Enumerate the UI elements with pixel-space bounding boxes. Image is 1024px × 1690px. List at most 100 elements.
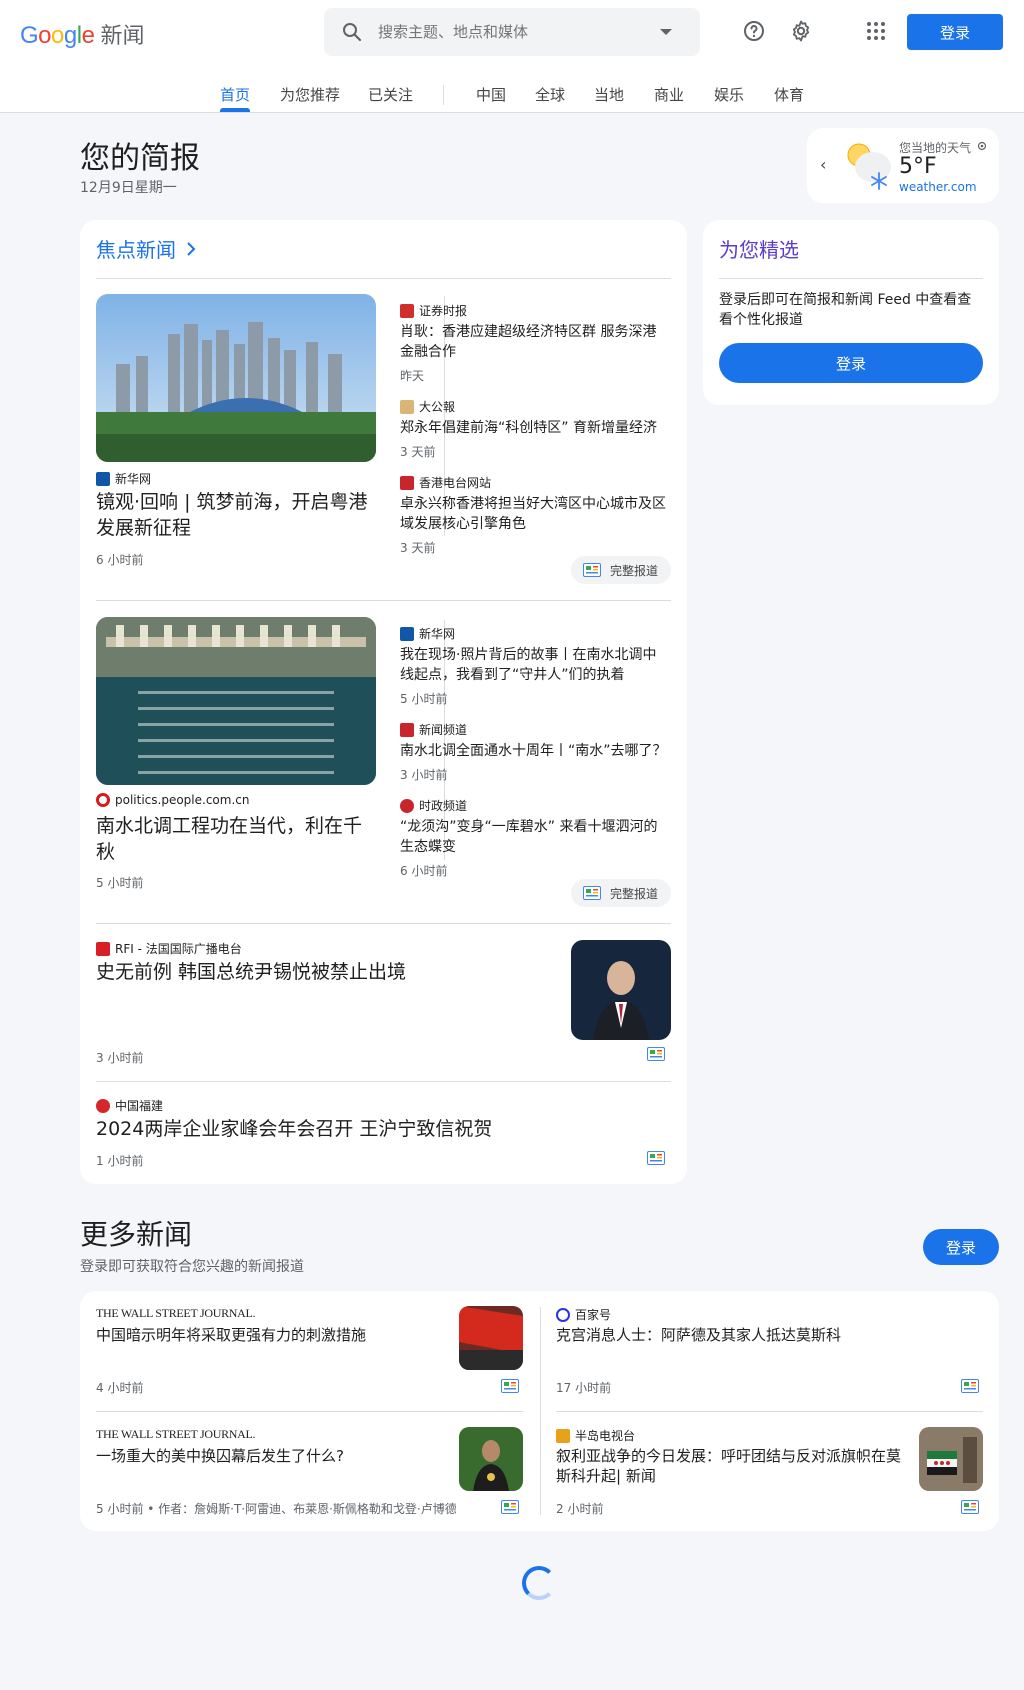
help-icon[interactable] bbox=[742, 19, 766, 43]
full-coverage-icon[interactable] bbox=[647, 1047, 665, 1061]
full-coverage-button[interactable]: 完整报道 bbox=[571, 556, 671, 584]
story-image-syria-flag[interactable] bbox=[919, 1427, 983, 1491]
source-stcn[interactable]: 证券时报 bbox=[400, 302, 467, 319]
login-button[interactable]: 登录 bbox=[907, 14, 1003, 50]
story-time: 1 小时前 bbox=[96, 1154, 144, 1168]
rthk-logo-icon bbox=[400, 475, 414, 490]
more-news-card: THE WALL STREET JOURNAL. 中国暗示明年将采取更强有力的刺… bbox=[80, 1291, 999, 1531]
tab-entertainment[interactable]: 娱乐 bbox=[714, 84, 744, 105]
tab-sports[interactable]: 体育 bbox=[774, 84, 804, 105]
takungpao-logo-icon bbox=[400, 399, 414, 414]
story-headline[interactable]: 镜观·回响 | 筑梦前海，开启粤港发展新征程 bbox=[96, 489, 378, 541]
related-headline[interactable]: 郑永年倡建前海“科创特区” 育新增量经济 bbox=[400, 418, 670, 438]
related-headline[interactable]: 南水北调全面通水十周年丨“南水”去哪了？ bbox=[400, 741, 670, 761]
picks-login-button[interactable]: 登录 bbox=[719, 343, 983, 383]
related-headline[interactable]: 卓永兴称香港将担当好大湾区中心城市及区域发展核心引擎角色 bbox=[400, 494, 670, 534]
more-login-button[interactable]: 登录 bbox=[923, 1229, 999, 1265]
divider bbox=[96, 1081, 671, 1082]
related-time: 昨天 bbox=[400, 369, 425, 383]
apps-icon[interactable] bbox=[864, 19, 888, 43]
story-headline[interactable]: 叙利亚战争的今日发展：呼吁团结与反对派旗帜在莫斯科升起| 新闻 bbox=[556, 1446, 906, 1486]
source-rfi[interactable]: RFI - 法国国际广播电台 bbox=[96, 940, 242, 957]
divider bbox=[96, 600, 671, 601]
top-bar: Google 新闻 登录 首页 为您推荐 已关注 中国 全球 当地 商业 娱乐 … bbox=[0, 0, 1024, 113]
source-aljazeera[interactable]: 半岛电视台 bbox=[556, 1427, 635, 1444]
full-coverage-icon[interactable] bbox=[961, 1500, 979, 1514]
tab-china[interactable]: 中国 bbox=[476, 84, 506, 105]
divider bbox=[96, 923, 671, 924]
source-politics-channel[interactable]: 时政频道 bbox=[400, 797, 467, 814]
tab-home[interactable]: 首页 bbox=[220, 84, 250, 105]
story-image-president[interactable] bbox=[571, 940, 671, 1040]
story-image-dam[interactable] bbox=[96, 617, 376, 785]
source-xinhua[interactable]: 新华网 bbox=[96, 470, 151, 487]
story-time: 2 小时前 bbox=[556, 1502, 604, 1516]
search-dropdown-icon[interactable] bbox=[660, 29, 672, 35]
settings-icon[interactable] bbox=[789, 19, 813, 43]
baijiahao-logo-icon bbox=[556, 1307, 570, 1322]
fujian-logo-icon bbox=[96, 1098, 110, 1113]
full-coverage-icon[interactable] bbox=[961, 1379, 979, 1393]
tab-business[interactable]: 商业 bbox=[654, 84, 684, 105]
source-xinhua[interactable]: 新华网 bbox=[400, 625, 455, 642]
google-news-logo[interactable]: Google 新闻 bbox=[20, 18, 144, 50]
weather-prev-icon[interactable]: ‹ bbox=[820, 155, 826, 174]
search-box[interactable] bbox=[324, 8, 700, 56]
search-input[interactable] bbox=[378, 23, 648, 41]
story-time: 17 小时前 bbox=[556, 1381, 612, 1395]
source-baijiahao[interactable]: 百家号 bbox=[556, 1306, 611, 1323]
related-time: 3 天前 bbox=[400, 541, 436, 555]
location-icon bbox=[977, 141, 987, 151]
tab-local[interactable]: 当地 bbox=[594, 84, 624, 105]
top-stories-heading[interactable]: 焦点新闻 bbox=[96, 234, 196, 263]
aljazeera-logo-icon bbox=[556, 1428, 570, 1443]
divider bbox=[556, 1411, 983, 1412]
weather-widget[interactable]: ‹ 您当地的天气 5°F weather.com bbox=[807, 128, 999, 203]
divider bbox=[96, 1411, 523, 1412]
story-image-flag[interactable] bbox=[459, 1306, 523, 1370]
story-time: 3 小时前 bbox=[96, 1051, 144, 1065]
active-tab-indicator bbox=[220, 108, 250, 112]
tab-for-you[interactable]: 为您推荐 bbox=[280, 84, 340, 105]
section-tabs: 首页 为您推荐 已关注 中国 全球 当地 商业 娱乐 体育 bbox=[0, 80, 1024, 113]
story-headline[interactable]: 2024两岸企业家峰会年会召开 王沪宁致信祝贺 bbox=[96, 1116, 656, 1142]
source-takungpao[interactable]: 大公報 bbox=[400, 398, 455, 415]
source-rthk[interactable]: 香港电台网站 bbox=[400, 474, 491, 491]
full-coverage-icon bbox=[583, 886, 601, 900]
related-headline[interactable]: 肖耿：香港应建超级经济特区群 服务深港金融合作 bbox=[400, 322, 670, 362]
story-headline[interactable]: 一场重大的美中换囚幕后发生了什么? bbox=[96, 1446, 456, 1466]
logo-product: 新闻 bbox=[100, 24, 145, 49]
chevron-right-icon bbox=[187, 241, 196, 256]
source-wsj[interactable]: THE WALL STREET JOURNAL. bbox=[96, 1306, 256, 1321]
people-logo-icon bbox=[96, 793, 110, 807]
story-time: 5 小时前 • 作者：詹姆斯·T·阿雷迪、布莱恩·斯佩格勒和戈登·卢博德 bbox=[96, 1502, 456, 1516]
related-headline[interactable]: 我在现场·照片背后的故事丨在南水北调中线起点，我看到了“守井人”们的执着 bbox=[400, 645, 670, 685]
stcn-logo-icon bbox=[400, 303, 414, 318]
source-fujian[interactable]: 中国福建 bbox=[96, 1097, 163, 1114]
more-news-subtitle: 登录即可获取符合您兴趣的新闻报道 bbox=[80, 1259, 304, 1275]
story-headline[interactable]: 克宫消息人士：阿萨德及其家人抵达莫斯科 bbox=[556, 1325, 976, 1345]
full-coverage-button[interactable]: 完整报道 bbox=[571, 879, 671, 907]
search-icon[interactable] bbox=[340, 20, 364, 44]
top-stories-card: 焦点新闻 新华网 镜观·回响 | 筑梦前海，开启粤港发展新征程 6 小时前 证券… bbox=[80, 220, 687, 1184]
related-headline[interactable]: “龙须沟”变身“一库碧水” 来看十堰泗河的生态蝶变 bbox=[400, 817, 670, 857]
loading-spinner bbox=[522, 1566, 556, 1600]
related-time: 3 小时前 bbox=[400, 768, 448, 782]
story-headline[interactable]: 中国暗示明年将采取更强有力的刺激措施 bbox=[96, 1325, 456, 1345]
related-time: 6 小时前 bbox=[400, 864, 448, 878]
tab-world[interactable]: 全球 bbox=[535, 84, 565, 105]
tab-following[interactable]: 已关注 bbox=[368, 84, 413, 105]
full-coverage-icon[interactable] bbox=[647, 1151, 665, 1165]
story-headline[interactable]: 南水北调工程功在当代，利在千秋 bbox=[96, 813, 378, 865]
cctv-news-logo-icon bbox=[400, 722, 414, 737]
source-people[interactable]: politics.people.com.cn bbox=[96, 793, 249, 807]
full-coverage-icon[interactable] bbox=[501, 1500, 519, 1514]
picks-title[interactable]: 为您精选 bbox=[719, 234, 799, 263]
source-wsj[interactable]: THE WALL STREET JOURNAL. bbox=[96, 1427, 256, 1442]
source-cctv-news[interactable]: 新闻频道 bbox=[400, 721, 467, 738]
full-coverage-icon[interactable] bbox=[501, 1379, 519, 1393]
weather-source-link[interactable]: weather.com bbox=[899, 180, 977, 194]
story-headline[interactable]: 史无前例 韩国总统尹锡悦被禁止出境 bbox=[96, 959, 556, 985]
story-image-city[interactable] bbox=[96, 294, 376, 462]
story-image-person[interactable] bbox=[459, 1427, 523, 1491]
